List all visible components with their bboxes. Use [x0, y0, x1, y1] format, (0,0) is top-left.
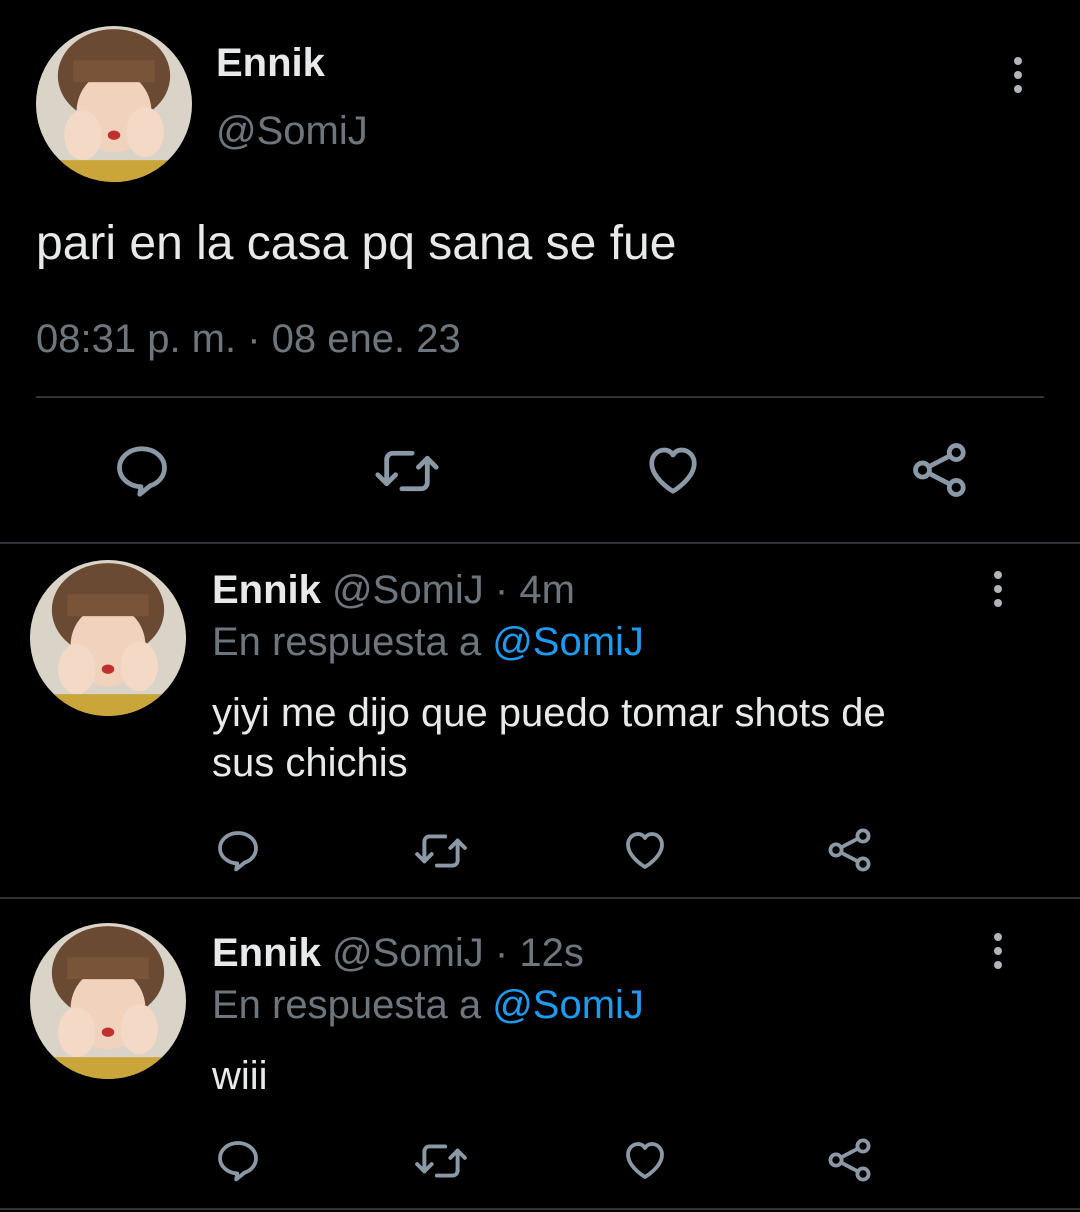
reply-text: wiii — [212, 1051, 268, 1101]
handle[interactable]: @SomiJ — [332, 931, 484, 975]
avatar[interactable] — [30, 923, 186, 1079]
reply-text-line: yiyi me dijo que puedo tomar shots de — [212, 691, 886, 735]
more-vertical-icon[interactable] — [1008, 57, 1028, 97]
handle[interactable]: @SomiJ — [332, 568, 484, 612]
retweet-icon[interactable] — [374, 442, 440, 500]
section-divider — [0, 897, 1080, 899]
main-divider — [36, 396, 1044, 398]
share-icon[interactable] — [826, 826, 874, 874]
avatar-image — [36, 26, 192, 182]
more-vertical-icon[interactable] — [988, 933, 1008, 973]
handle[interactable]: @SomiJ — [216, 108, 368, 154]
reply-text-line: sus chichis — [212, 741, 408, 785]
display-name[interactable]: Ennik — [212, 931, 321, 975]
reply-header: Ennik @SomiJ · 4m — [212, 566, 575, 614]
reply-text-line: wiii — [212, 1054, 268, 1098]
retweet-icon[interactable] — [414, 828, 468, 874]
reply-text: yiyi me dijo que puedo tomar shots de su… — [212, 688, 886, 788]
tweet-text: pari en la casa pq sana se fue — [36, 217, 677, 270]
like-icon[interactable] — [643, 440, 703, 500]
share-icon[interactable] — [910, 440, 970, 500]
avatar[interactable] — [36, 26, 192, 182]
reply-prefix: En respuesta a — [212, 983, 482, 1027]
reply-icon[interactable] — [112, 440, 172, 500]
reply-prefix: En respuesta a — [212, 620, 482, 664]
section-divider — [0, 542, 1080, 544]
avatar-image — [30, 923, 186, 1079]
avatar-image — [30, 560, 186, 716]
reply-context: En respuesta a @SomiJ — [212, 618, 644, 666]
reply-to-link[interactable]: @SomiJ — [492, 620, 644, 664]
more-vertical-icon[interactable] — [988, 571, 1008, 611]
display-name[interactable]: Ennik — [216, 40, 325, 86]
relative-time: · 4m — [494, 568, 575, 612]
retweet-icon[interactable] — [414, 1138, 468, 1184]
like-icon[interactable] — [621, 826, 669, 874]
reply-icon[interactable] — [214, 1136, 262, 1184]
section-divider — [0, 1208, 1080, 1210]
display-name[interactable]: Ennik — [212, 568, 321, 612]
share-icon[interactable] — [826, 1136, 874, 1184]
like-icon[interactable] — [621, 1136, 669, 1184]
reply-to-link[interactable]: @SomiJ — [492, 983, 644, 1027]
avatar[interactable] — [30, 560, 186, 716]
reply-context: En respuesta a @SomiJ — [212, 981, 644, 1029]
reply-header: Ennik @SomiJ · 12s — [212, 929, 584, 977]
relative-time: · 12s — [494, 931, 584, 975]
reply-icon[interactable] — [214, 826, 262, 874]
timestamp: 08:31 p. m. · 08 ene. 23 — [36, 317, 461, 361]
